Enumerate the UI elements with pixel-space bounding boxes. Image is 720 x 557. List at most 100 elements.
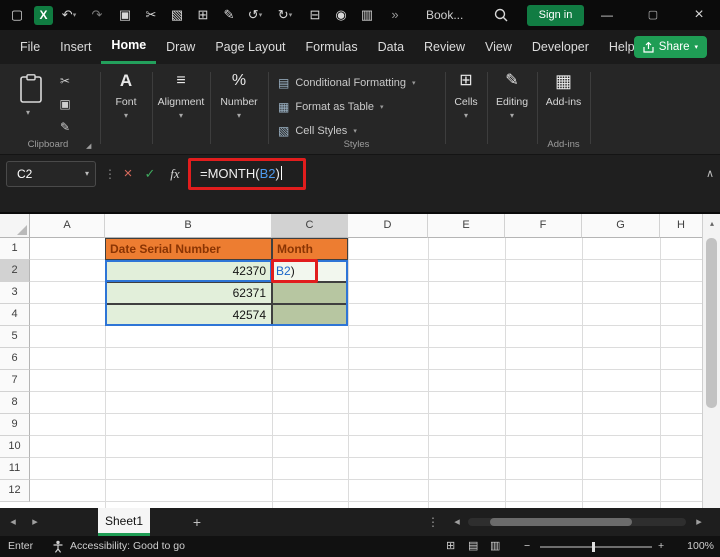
- copy-button[interactable]: ▣: [56, 97, 74, 111]
- close-button[interactable]: ×: [684, 0, 714, 30]
- add-sheet-button[interactable]: +: [188, 508, 206, 536]
- sheet-menu-icon[interactable]: ⋮: [424, 508, 442, 536]
- row-header-3[interactable]: 3: [0, 282, 30, 304]
- zoom-slider-thumb[interactable]: [592, 542, 595, 552]
- row-header-2[interactable]: 2: [0, 260, 30, 282]
- cut-icon[interactable]: ✂: [140, 0, 162, 30]
- table-icon[interactable]: ⊞: [192, 0, 214, 30]
- tab-home[interactable]: Home: [101, 30, 157, 64]
- cancel-button[interactable]: ×: [118, 161, 138, 187]
- minimize-button[interactable]: —: [592, 0, 622, 30]
- font-group-button[interactable]: A Font ▾: [100, 70, 152, 120]
- rotate-left-icon[interactable]: ↺▾: [244, 0, 266, 30]
- row-header-6[interactable]: 6: [0, 348, 30, 370]
- page-break-view-icon[interactable]: ▥: [490, 536, 500, 557]
- sheet-prev-icon[interactable]: ◂: [4, 508, 22, 536]
- cell-b1[interactable]: Date Serial Number: [105, 238, 272, 260]
- cell-b4[interactable]: 42574: [105, 304, 272, 326]
- row-header-11[interactable]: 11: [0, 458, 30, 480]
- window-icon[interactable]: ▢: [6, 0, 28, 30]
- tab-formulas[interactable]: Formulas: [296, 30, 368, 64]
- chevron-down-icon[interactable]: ▾: [73, 12, 77, 19]
- tab-review[interactable]: Review: [414, 30, 475, 64]
- column-header-a[interactable]: A: [30, 214, 105, 238]
- paste-button[interactable]: [18, 74, 44, 109]
- row-header-5[interactable]: 5: [0, 326, 30, 348]
- tab-insert[interactable]: Insert: [50, 30, 101, 64]
- vertical-scrollbar[interactable]: ▴: [702, 214, 720, 508]
- cut-button[interactable]: ✂: [56, 74, 74, 88]
- hscroll-right-icon[interactable]: ▸: [690, 508, 708, 536]
- add-ins-button[interactable]: ▦ Add-ins: [537, 70, 590, 108]
- book-icon[interactable]: ▥: [356, 0, 378, 30]
- select-all-button[interactable]: [0, 214, 30, 238]
- clipboard-dialog-launcher-icon[interactable]: ◢: [86, 142, 91, 150]
- format-painter-button[interactable]: ✎: [56, 120, 74, 134]
- collapse-formula-bar-icon[interactable]: ∧: [706, 161, 714, 187]
- draw-icon[interactable]: ✎: [218, 0, 240, 30]
- record-icon[interactable]: ◉: [330, 0, 352, 30]
- zoom-slider[interactable]: [540, 542, 652, 552]
- editing-group-button[interactable]: ✎ Editing ▾: [487, 70, 537, 120]
- column-header-f[interactable]: F: [505, 214, 582, 238]
- tab-data[interactable]: Data: [368, 30, 414, 64]
- name-box[interactable]: C2 ▾: [6, 161, 96, 187]
- spreadsheet-grid[interactable]: A B C D E F G H 1 2 3 4 5 6 7 8 9 10 11 …: [0, 214, 702, 508]
- zoom-level[interactable]: 100%: [678, 536, 714, 557]
- tab-file[interactable]: File: [10, 30, 50, 64]
- row-header-1[interactable]: 1: [0, 238, 30, 260]
- tab-page-layout[interactable]: Page Layout: [205, 30, 295, 64]
- enter-button[interactable]: ✓: [140, 161, 160, 187]
- maximize-button[interactable]: ▢: [638, 0, 668, 30]
- column-header-c[interactable]: C: [272, 214, 348, 238]
- cell-c2-editing[interactable]: B2): [272, 260, 348, 282]
- chevron-down-icon[interactable]: ▾: [85, 162, 89, 186]
- vertical-scrollbar-thumb[interactable]: [706, 238, 717, 408]
- alignment-group-button[interactable]: ≡ Alignment ▾: [152, 70, 210, 120]
- zoom-out-button[interactable]: −: [524, 536, 530, 557]
- row-header-9[interactable]: 9: [0, 414, 30, 436]
- normal-view-icon[interactable]: ⊞: [446, 536, 455, 557]
- picture-icon[interactable]: ▧: [166, 0, 188, 30]
- row-header-7[interactable]: 7: [0, 370, 30, 392]
- undo-icon[interactable]: ↶▾: [58, 0, 80, 30]
- number-group-button[interactable]: % Number ▾: [210, 70, 268, 120]
- sheet-tab-sheet1[interactable]: Sheet1: [98, 508, 150, 536]
- cell-b2[interactable]: 42370: [105, 260, 272, 282]
- cell-c1[interactable]: Month: [272, 238, 348, 260]
- row-header-4[interactable]: 4: [0, 304, 30, 326]
- tab-view[interactable]: View: [475, 30, 522, 64]
- tab-draw[interactable]: Draw: [156, 30, 205, 64]
- horizontal-scrollbar[interactable]: [468, 518, 686, 526]
- format-as-table-button[interactable]: ▦ Format as Table ▾: [278, 96, 384, 118]
- rotate-right-icon[interactable]: ↻▾: [274, 0, 296, 30]
- share-button[interactable]: Share ▾: [633, 36, 707, 58]
- horizontal-scrollbar-thumb[interactable]: [490, 518, 632, 526]
- sign-in-button[interactable]: Sign in: [527, 5, 584, 26]
- column-header-b[interactable]: B: [105, 214, 272, 238]
- chevron-down-icon[interactable]: ▾: [289, 12, 293, 19]
- zoom-in-button[interactable]: +: [658, 536, 664, 557]
- formula-input[interactable]: =MONTH(B2): [200, 161, 282, 187]
- row-header-12[interactable]: 12: [0, 480, 30, 502]
- search-icon[interactable]: [494, 8, 508, 27]
- page-layout-view-icon[interactable]: ▤: [468, 536, 478, 557]
- print-icon[interactable]: ⊟: [304, 0, 326, 30]
- tab-developer[interactable]: Developer: [522, 30, 599, 64]
- row-header-8[interactable]: 8: [0, 392, 30, 414]
- chevron-down-icon[interactable]: ▾: [259, 12, 263, 19]
- toolbar-overflow-icon[interactable]: »: [384, 0, 406, 30]
- accessibility-icon[interactable]: [52, 540, 64, 557]
- cells-group-button[interactable]: ⊞ Cells ▾: [445, 70, 487, 120]
- sheet-next-icon[interactable]: ▸: [26, 508, 44, 536]
- conditional-formatting-button[interactable]: ▤ Conditional Formatting ▾: [278, 72, 416, 94]
- cell-b3[interactable]: 62371: [105, 282, 272, 304]
- column-header-g[interactable]: G: [582, 214, 660, 238]
- row-header-10[interactable]: 10: [0, 436, 30, 458]
- scroll-up-icon[interactable]: ▴: [703, 216, 720, 232]
- column-header-e[interactable]: E: [428, 214, 505, 238]
- cell-c3[interactable]: [272, 282, 348, 304]
- hscroll-left-icon[interactable]: ◂: [448, 508, 466, 536]
- clipboard-icon[interactable]: ▣: [114, 0, 136, 30]
- cell-c4[interactable]: [272, 304, 348, 326]
